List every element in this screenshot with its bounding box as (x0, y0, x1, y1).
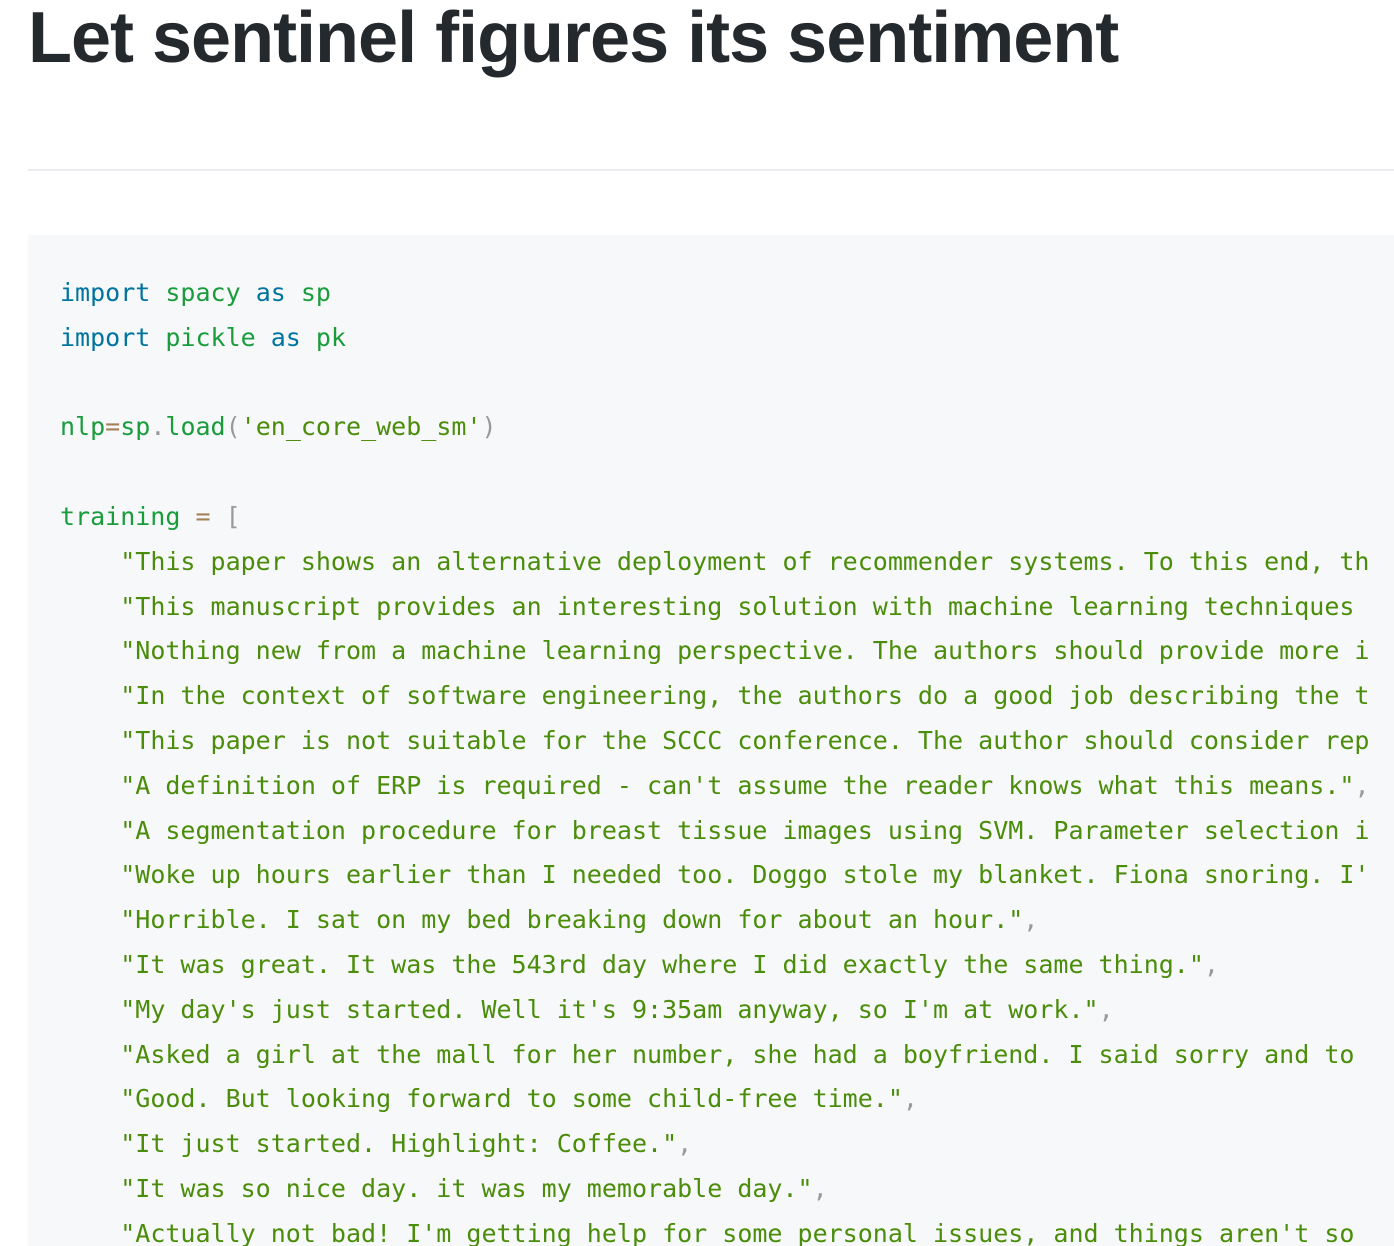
page-title: Let sentinel figures its sentiment (28, 0, 1119, 78)
string-literal: "It was great. It was the 543rd day wher… (120, 949, 1204, 979)
code-line-training-item: "Actually not bad! I'm getting help for … (60, 1212, 1370, 1246)
string-literal: "Good. But looking forward to some child… (120, 1084, 903, 1114)
punctuation-comma: , (902, 1084, 918, 1114)
punctuation-close-paren: ) (481, 412, 497, 442)
code-line-training-item: "My day's just started. Well it's 9:35am… (60, 988, 1370, 1033)
string-literal: "In the context of software engineering,… (120, 681, 1370, 711)
code-line-training-item: "A definition of ERP is required - can't… (60, 764, 1370, 809)
code-line-training-decl: training = [ (60, 495, 1370, 540)
keyword-as: as (255, 278, 286, 307)
code-line-training-item: "In the context of software engineering,… (60, 674, 1370, 719)
code-line-training-item: "Good. But looking forward to some child… (60, 1077, 1370, 1122)
string-model-name: 'en_core_web_sm' (240, 412, 482, 442)
code-line-training-item: "It just started. Highlight: Coffee.", (60, 1122, 1370, 1167)
string-literal: "Horrible. I sat on my bed breaking down… (120, 905, 1024, 935)
string-literal: "It was so nice day. it was my memorable… (120, 1173, 813, 1203)
string-literal: "This manuscript provides an interesting… (120, 591, 1370, 621)
code-line-import-pickle: import pickle as pk (60, 316, 1370, 361)
code-line-training-item: "Woke up hours earlier than I needed too… (60, 853, 1370, 898)
code-line-training-item: "Nothing new from a machine learning per… (60, 629, 1370, 674)
keyword-as: as (270, 322, 301, 352)
code-line-training-item: "This paper shows an alternative deploym… (60, 540, 1370, 585)
code-line-training-item: "Asked a girl at the mall for her number… (60, 1033, 1370, 1078)
variable-training: training (60, 501, 181, 531)
string-literal: "It just started. Highlight: Coffee." (120, 1129, 678, 1159)
string-literal: "Actually not bad! I'm getting help for … (120, 1218, 1370, 1246)
page: Let sentinel figures its sentiment impor… (0, 0, 1394, 1246)
punctuation-open-bracket: [ (225, 501, 241, 531)
code-line-training-item: "Horrible. I sat on my bed breaking down… (60, 898, 1370, 943)
code-block[interactable]: import spacy as sp import pickle as pk nlp… (28, 235, 1394, 1246)
module-alias: sp (300, 278, 331, 307)
module-alias: pk (315, 322, 347, 352)
code-line-load: nlp=sp.load('en_core_web_sm') (60, 405, 1370, 450)
punctuation-open-paren: ( (225, 412, 241, 442)
string-literal: "Asked a girl at the mall for her number… (120, 1039, 1370, 1069)
code-line-training-item: "A segmentation procedure for breast tis… (60, 809, 1370, 854)
code-line-training-item: "It was great. It was the 543rd day wher… (60, 943, 1370, 988)
punctuation-comma: , (1098, 994, 1114, 1024)
string-literal: "My day's just started. Well it's 9:35am… (120, 994, 1099, 1024)
punctuation-comma: , (812, 1173, 828, 1203)
operator-assign: = (195, 501, 211, 531)
operator-assign: = (105, 412, 121, 442)
code-content: import spacy as sp import pickle as pk nlp… (60, 271, 1370, 1246)
object-sp: sp (120, 412, 151, 442)
divider (28, 169, 1394, 171)
string-literal: "A segmentation procedure for breast tis… (120, 815, 1370, 845)
string-literal: "This paper is not suitable for the SCCC… (120, 725, 1370, 755)
string-literal: "A definition of ERP is required - can't… (120, 770, 1355, 800)
module-name: pickle (165, 322, 256, 352)
string-literal: "Woke up hours earlier than I needed too… (120, 860, 1370, 890)
punctuation-comma: , (1203, 949, 1219, 979)
code-line-import-spacy: import spacy as sp (60, 271, 1370, 316)
code-line-training-item: "This manuscript provides an interesting… (60, 585, 1370, 630)
keyword-import: import (60, 278, 151, 307)
string-literal: "This paper shows an alternative deploym… (120, 546, 1370, 576)
punctuation-dot: . (150, 412, 166, 442)
code-line-training-item: "This paper is not suitable for the SCCC… (60, 719, 1370, 764)
string-literal: "Nothing new from a machine learning per… (120, 636, 1370, 666)
keyword-import: import (60, 322, 151, 352)
variable-nlp: nlp (60, 412, 106, 442)
method-load: load (165, 412, 226, 442)
code-line-training-item: "It was so nice day. it was my memorable… (60, 1167, 1370, 1212)
punctuation-comma: , (1354, 770, 1370, 800)
module-name: spacy (165, 278, 241, 307)
punctuation-comma: , (1023, 905, 1039, 935)
punctuation-comma: , (677, 1129, 693, 1159)
